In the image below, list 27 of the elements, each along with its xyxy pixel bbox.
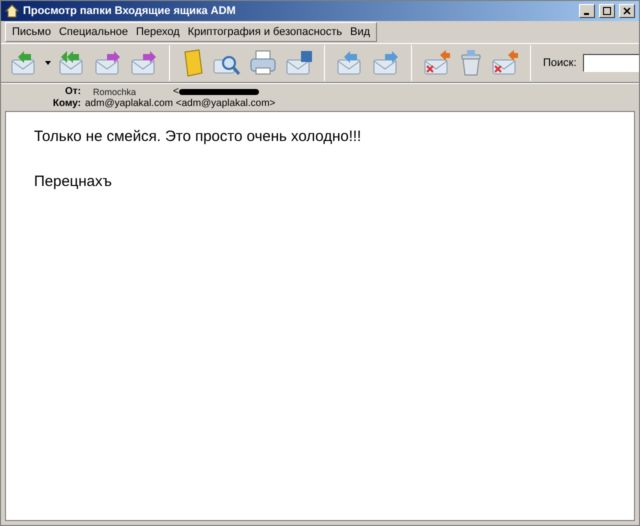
delete-icon[interactable] <box>422 49 452 77</box>
maximize-icon <box>603 7 611 15</box>
sender-address: < <box>173 86 179 98</box>
window-title: Просмотр папки Входящие ящика ADM <box>23 4 237 19</box>
caret-icon[interactable] <box>45 61 51 65</box>
menu-item[interactable]: Криптография и безопасность <box>188 24 342 40</box>
close-button[interactable] <box>619 4 635 18</box>
minimize-button[interactable] <box>579 4 595 18</box>
printer-icon[interactable] <box>248 49 278 77</box>
sender-name: Romochka <box>93 86 138 98</box>
menu-item[interactable]: Письмо <box>12 24 51 40</box>
to-label: Кому: <box>52 98 81 110</box>
menu-item[interactable]: Специальное <box>58 24 128 40</box>
recipient: adm@yaplakal.com <adm@yaplakal.com> <box>85 98 276 110</box>
maximize-button[interactable] <box>599 4 615 18</box>
delete-icon[interactable] <box>490 49 520 77</box>
message-text: Только не смейся. Это просто очень холодно!!! <box>34 127 362 147</box>
envelope-icon[interactable] <box>371 49 401 77</box>
forward-icon[interactable] <box>93 49 123 77</box>
search-label: Поиск: <box>543 56 577 71</box>
message-text: Перецнахъ <box>34 172 113 192</box>
menu-item[interactable]: Вид <box>350 24 370 40</box>
home-icon <box>5 4 19 18</box>
from-label: От: <box>64 86 81 98</box>
close-icon <box>623 7 631 15</box>
menu-item[interactable]: Переход <box>136 24 180 40</box>
forward-icon[interactable] <box>129 49 159 77</box>
